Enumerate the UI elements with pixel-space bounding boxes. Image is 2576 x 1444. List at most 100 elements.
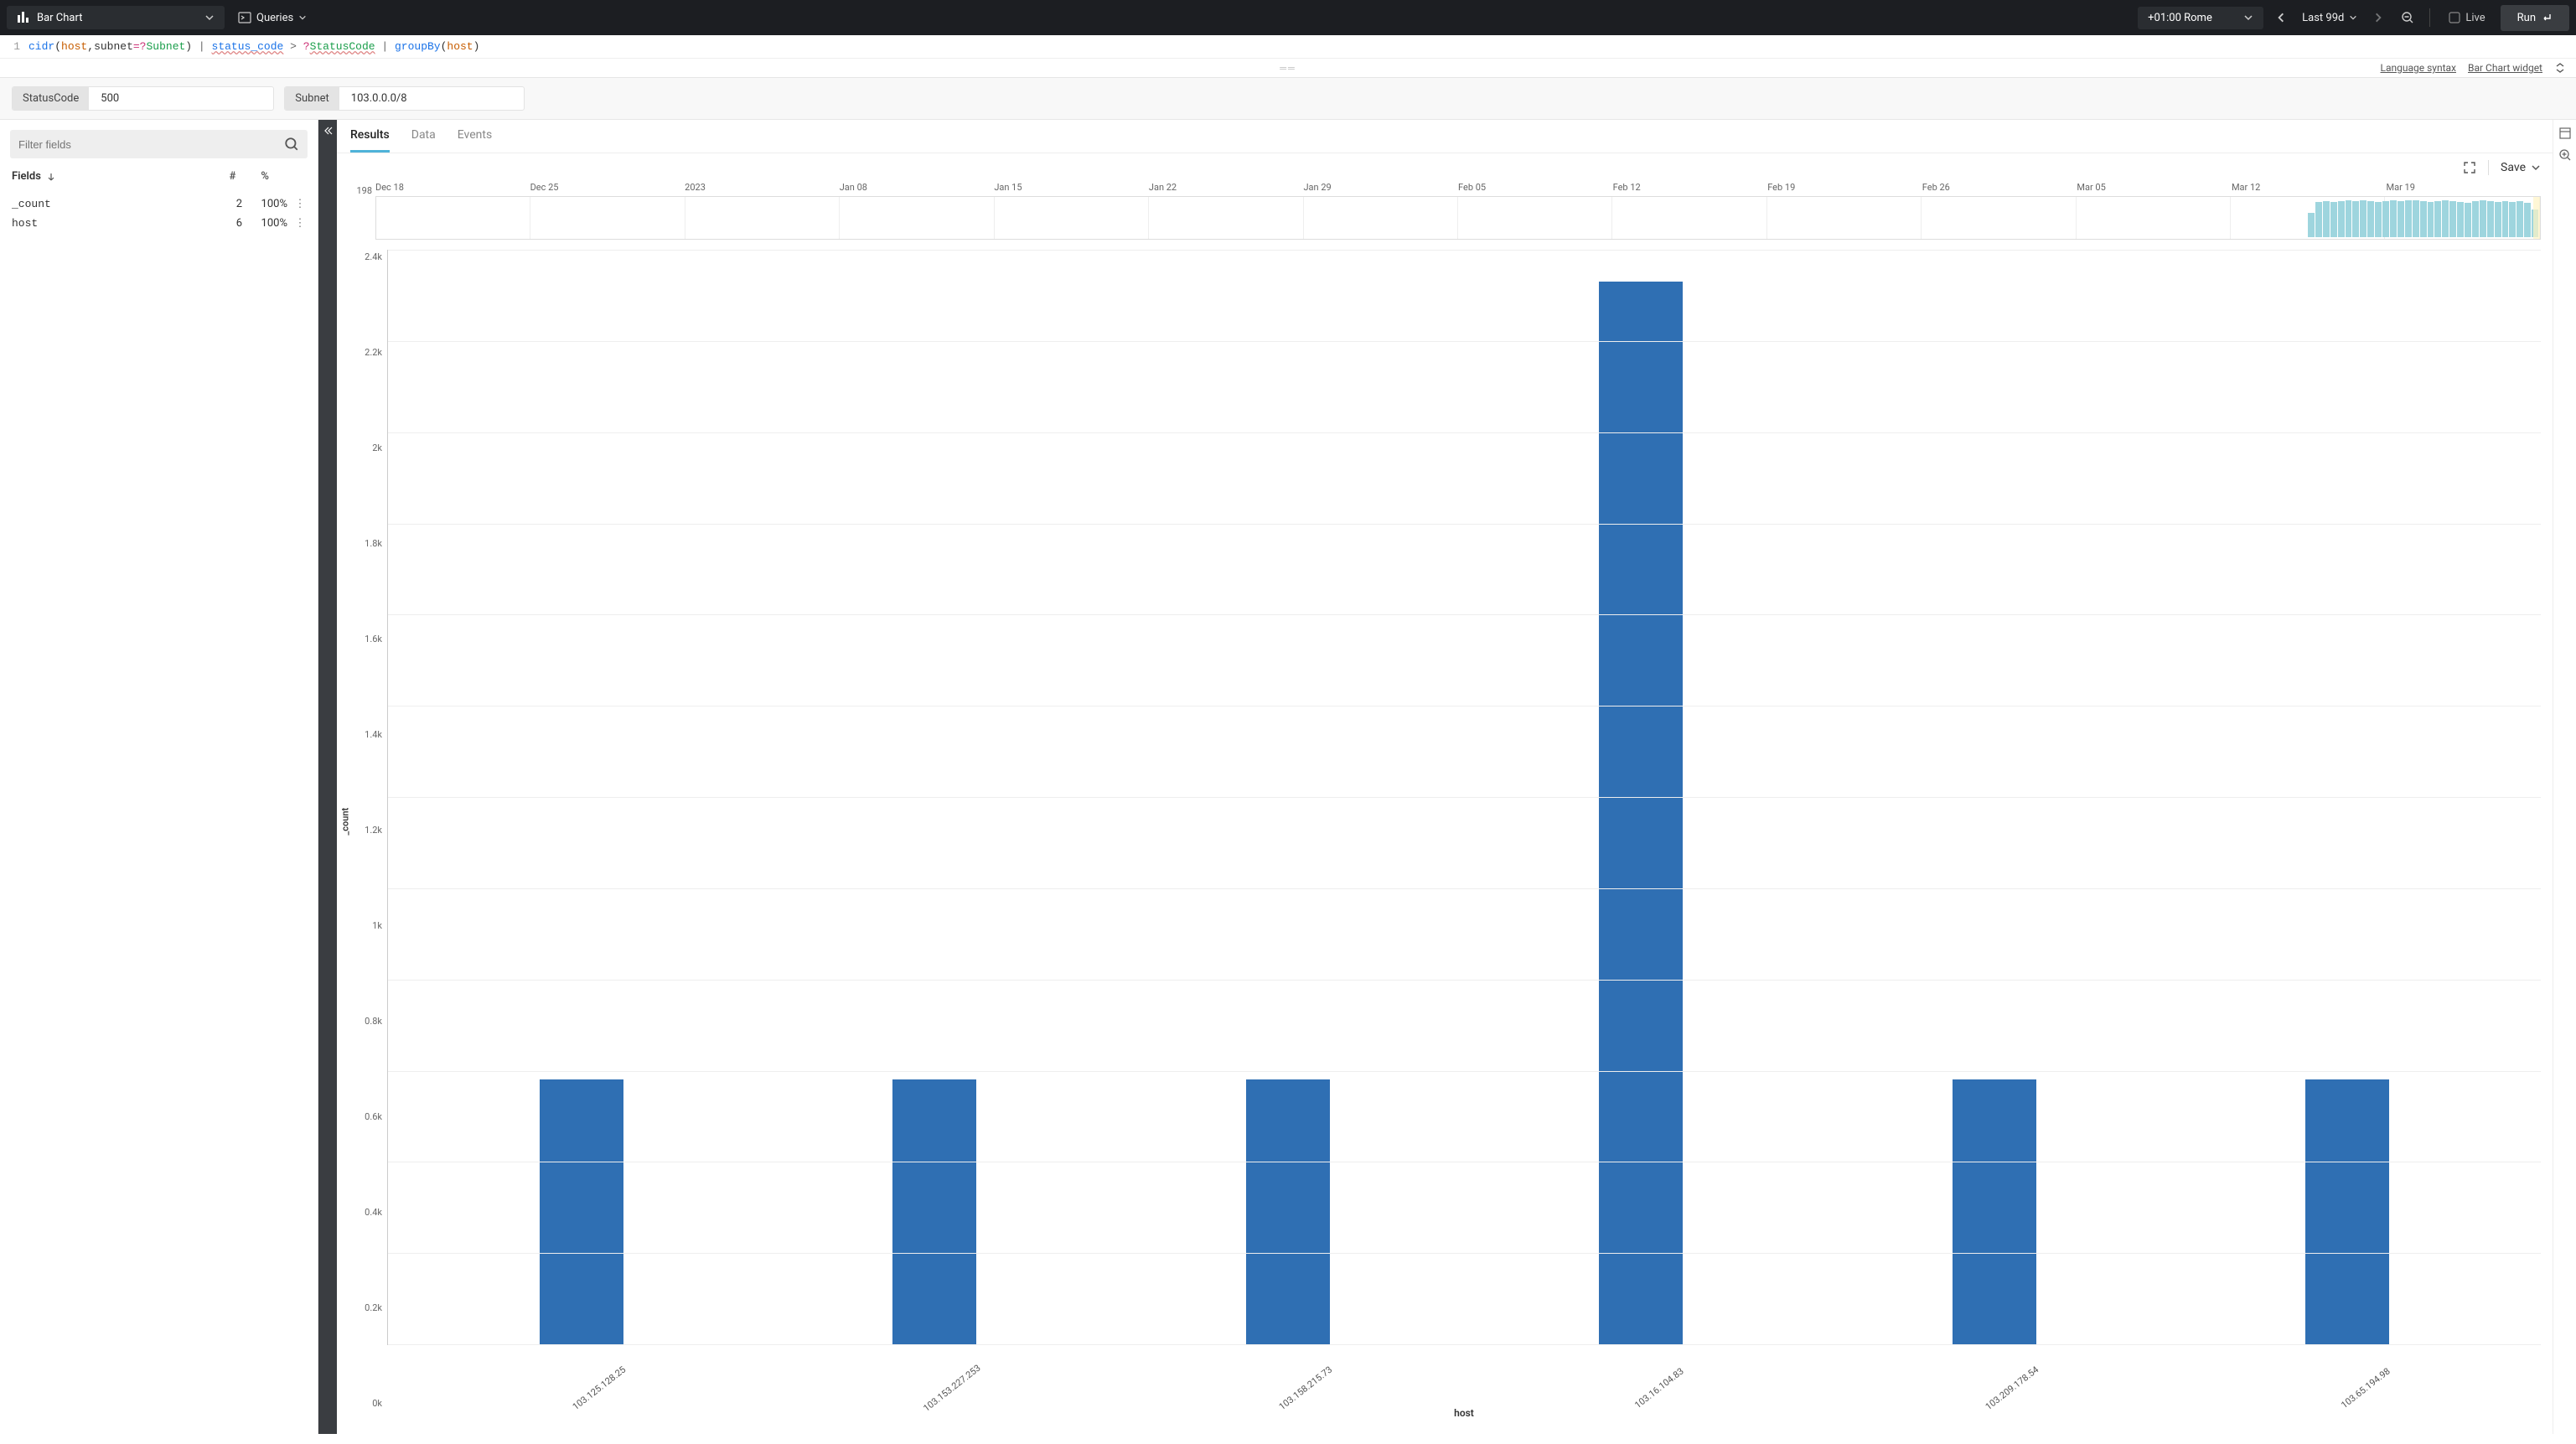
mini-date-label: 2023 <box>685 182 840 196</box>
y-tick: 1.8k <box>365 538 382 549</box>
main-area: Fields # % _count 2 100% ⋮host 6 100% ⋮ … <box>0 120 2576 1434</box>
x-axis-label: host <box>387 1404 2541 1426</box>
param-key: StatusCode <box>13 87 89 110</box>
field-count: 6 <box>227 217 242 230</box>
time-range-label: Last 99d <box>2302 12 2344 24</box>
bar[interactable] <box>1246 1079 1330 1344</box>
y-axis-label: _count <box>340 807 351 835</box>
save-label: Save <box>2501 161 2526 174</box>
y-tick: 0k <box>372 1398 382 1409</box>
tab-results[interactable]: Results <box>350 128 390 153</box>
bar[interactable] <box>892 1079 976 1344</box>
mini-date-label: Jan 29 <box>1303 182 1458 196</box>
chart-type-selector[interactable]: Bar Chart <box>7 6 225 29</box>
filter-input-field[interactable] <box>18 138 284 151</box>
live-toggle[interactable]: Live <box>2440 8 2493 28</box>
mini-date-label: Jan 22 <box>1149 182 1304 196</box>
top-toolbar: Bar Chart Queries +01:00 Rome Last 99d <box>0 0 2576 35</box>
sort-down-icon <box>46 172 56 182</box>
save-dropdown[interactable]: Save <box>2501 161 2541 174</box>
timezone-label: +01:00 Rome <box>2148 12 2212 24</box>
x-tick-label: 103.158.215.73 <box>1263 1350 1362 1444</box>
field-pct: 100% <box>249 217 287 230</box>
queries-dropdown[interactable]: Queries <box>231 6 313 29</box>
field-row[interactable]: host 6 100% ⋮ <box>10 214 308 233</box>
y-tick: 2.2k <box>365 347 382 358</box>
y-tick: 1.6k <box>365 634 382 644</box>
mini-date-label: Dec 18 <box>375 182 530 196</box>
time-range-selector[interactable]: Last 99d <box>2299 8 2361 28</box>
field-row[interactable]: _count 2 100% ⋮ <box>10 194 308 214</box>
timezone-selector[interactable]: +01:00 Rome <box>2138 7 2263 29</box>
y-tick: 1k <box>372 920 382 931</box>
search-icon <box>284 137 299 152</box>
y-tick: 2k <box>372 443 382 453</box>
fields-sidebar: Fields # % _count 2 100% ⋮host 6 100% ⋮ <box>0 120 318 1434</box>
fullscreen-icon[interactable] <box>2463 161 2476 174</box>
y-tick: 0.4k <box>365 1207 382 1218</box>
mini-date-label: Mar 05 <box>2077 182 2232 196</box>
time-prev-button[interactable] <box>2270 8 2292 27</box>
line-number: 1 <box>8 40 20 53</box>
mini-timeline[interactable]: 198 Dec 18Dec 252023Jan 08Jan 15Jan 22Ja… <box>349 182 2541 240</box>
collapse-editor-icon[interactable] <box>2554 62 2566 74</box>
live-label: Live <box>2465 12 2485 24</box>
time-next-button[interactable] <box>2367 8 2389 27</box>
enter-key-icon <box>2541 12 2553 23</box>
language-syntax-link[interactable]: Language syntax <box>2381 62 2456 74</box>
mini-date-label: Mar 19 <box>2387 182 2542 196</box>
param-statuscode[interactable]: StatusCode 500 <box>12 86 274 111</box>
x-tick-label: 103.125.128.25 <box>556 1350 655 1444</box>
x-tick-label: 103.209.178.54 <box>1970 1350 2069 1444</box>
chevron-down-icon <box>2349 13 2357 22</box>
x-tick-label: 103.16.104.83 <box>1616 1350 1715 1444</box>
tab-events[interactable]: Events <box>458 128 492 153</box>
mini-date-label: Feb 05 <box>1458 182 1613 196</box>
bar[interactable] <box>1599 282 1683 1344</box>
results-panel: Results Data Events Save 198 Dec 18Dec 2… <box>337 120 2553 1434</box>
checkbox-icon <box>2449 12 2460 23</box>
sidebar-collapse-button[interactable] <box>318 120 337 1434</box>
chevron-down-icon <box>298 13 307 22</box>
mini-date-label: Feb 19 <box>1767 182 1922 196</box>
run-button[interactable]: Run <box>2501 5 2569 31</box>
query-params: StatusCode 500 Subnet 103.0.0.0/8 <box>0 78 2576 120</box>
queries-icon <box>238 11 251 24</box>
y-tick: 0.6k <box>365 1111 382 1122</box>
bar[interactable] <box>1953 1079 2036 1344</box>
col-pct: % <box>261 170 269 183</box>
param-subnet[interactable]: Subnet 103.0.0.0/8 <box>284 86 525 111</box>
tab-data[interactable]: Data <box>411 128 436 153</box>
mini-date-label: Jan 08 <box>840 182 995 196</box>
kebab-menu-icon[interactable]: ⋮ <box>294 217 306 230</box>
param-key: Subnet <box>285 87 339 110</box>
y-tick: 1.2k <box>365 825 382 836</box>
fields-header-label: Fields <box>12 170 41 183</box>
y-tick: 0.8k <box>365 1016 382 1027</box>
filter-fields-input[interactable] <box>10 130 308 158</box>
resize-handle-icon[interactable]: ══ <box>1280 63 1296 74</box>
param-value: 500 <box>89 87 273 110</box>
queries-label: Queries <box>256 12 293 24</box>
fields-header[interactable]: Fields # % <box>10 167 308 186</box>
y-tick: 2.4k <box>365 251 382 262</box>
mini-date-label: Feb 12 <box>1613 182 1768 196</box>
chart-type-label: Bar Chart <box>37 12 82 24</box>
mini-date-label: Feb 26 <box>1922 182 2077 196</box>
bar[interactable] <box>2305 1079 2389 1344</box>
bar[interactable] <box>540 1079 623 1344</box>
chevron-down-icon <box>204 13 215 23</box>
mini-date-label: Dec 25 <box>530 182 685 196</box>
kebab-menu-icon[interactable]: ⋮ <box>294 198 306 210</box>
zoom-out-button[interactable] <box>2396 8 2419 28</box>
query-editor[interactable]: 1 cidr(host,subnet=?Subnet) | status_cod… <box>0 35 2576 59</box>
bar-chart: _count 2.4k2.2k2k1.8k1.6k1.4k1.2k1k0.8k0… <box>337 246 2553 1434</box>
zoom-in-icon[interactable] <box>2558 148 2572 162</box>
bar-chart-widget-link[interactable]: Bar Chart widget <box>2468 62 2542 74</box>
panel-toggle-icon[interactable] <box>2558 127 2572 140</box>
x-tick-label: 103.153.227.253 <box>910 1350 1009 1444</box>
col-hash: # <box>230 170 236 183</box>
y-tick: 0.2k <box>365 1302 382 1313</box>
mini-y-value: 198 <box>349 182 375 196</box>
editor-footer: ══ Language syntax Bar Chart widget <box>0 59 2576 78</box>
